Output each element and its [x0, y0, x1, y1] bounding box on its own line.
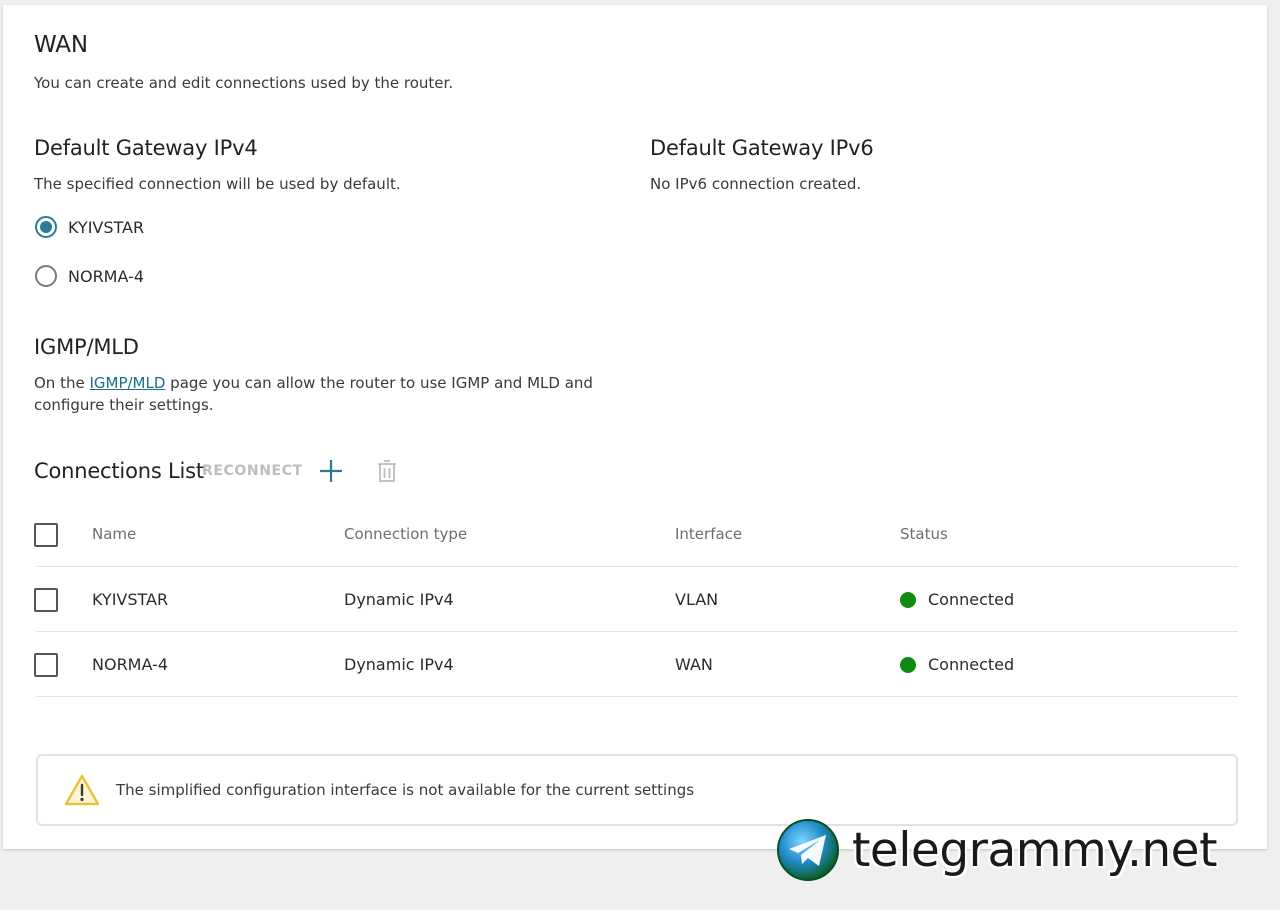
connections-title: Connections List	[34, 459, 204, 483]
delete-connection-button[interactable]	[375, 457, 399, 485]
table-divider	[36, 566, 1238, 567]
igmp-description: On the IGMP/MLD page you can allow the r…	[34, 372, 594, 416]
watermark-text: telegrammy.net	[852, 822, 1218, 878]
radio-selected-icon[interactable]	[35, 216, 57, 238]
status-connected-icon	[900, 657, 916, 673]
column-header-status[interactable]: Status	[900, 525, 948, 543]
igmp-text-after: page you can allow the router to use IGM…	[165, 374, 593, 392]
wan-settings-card: WAN You can create and edit connections …	[3, 5, 1267, 849]
gateway-option-label: NORMA-4	[68, 266, 145, 286]
connection-interface: VLAN	[675, 590, 719, 609]
watermark: telegrammy.net	[776, 817, 1266, 883]
add-connection-button[interactable]	[318, 458, 344, 484]
connection-status: Connected	[928, 590, 1015, 609]
page-description: You can create and edit connections used…	[34, 74, 454, 92]
row-checkbox[interactable]	[34, 653, 58, 677]
plus-icon	[320, 460, 342, 482]
column-header-interface[interactable]: Interface	[675, 525, 742, 543]
radio-unselected-icon[interactable]	[35, 265, 57, 287]
gateway-option-kyivstar[interactable]: KYIVSTAR	[35, 216, 144, 238]
column-header-type[interactable]: Connection type	[344, 525, 467, 543]
telegram-logo	[777, 819, 839, 881]
connection-interface: WAN	[675, 655, 713, 674]
gateway-ipv6-description: No IPv6 connection created.	[650, 175, 862, 193]
page-title: WAN	[34, 32, 88, 58]
connection-name[interactable]: NORMA-4	[92, 655, 168, 674]
row-checkbox[interactable]	[34, 588, 58, 612]
connection-name[interactable]: KYIVSTAR	[92, 590, 168, 609]
igmp-text-line2: configure their settings.	[34, 396, 214, 414]
reconnect-button[interactable]: RECONNECT	[202, 463, 303, 479]
select-all-checkbox[interactable]	[34, 523, 58, 547]
gateway-ipv4-description: The specified connection will be used by…	[34, 175, 401, 193]
igmp-text-before: On the	[34, 374, 90, 392]
gateway-ipv4-title: Default Gateway IPv4	[34, 136, 258, 160]
table-divider	[36, 696, 1238, 697]
gateway-option-norma-4[interactable]: NORMA-4	[35, 265, 144, 287]
notice-text: The simplified configuration interface i…	[116, 781, 695, 799]
trash-icon	[378, 460, 396, 482]
gateway-option-label: KYIVSTAR	[68, 217, 145, 237]
warning-icon	[64, 774, 100, 806]
column-header-name[interactable]: Name	[92, 525, 136, 543]
connection-type: Dynamic IPv4	[344, 590, 454, 609]
simplified-interface-notice: The simplified configuration interface i…	[36, 754, 1238, 826]
connection-type: Dynamic IPv4	[344, 655, 454, 674]
connection-status: Connected	[928, 655, 1015, 674]
status-connected-icon	[900, 592, 916, 608]
table-divider	[36, 631, 1238, 632]
igmp-title: IGMP/MLD	[34, 335, 139, 359]
igmp-mld-link[interactable]: IGMP/MLD	[89, 374, 165, 392]
gateway-ipv6-title: Default Gateway IPv6	[650, 136, 874, 160]
